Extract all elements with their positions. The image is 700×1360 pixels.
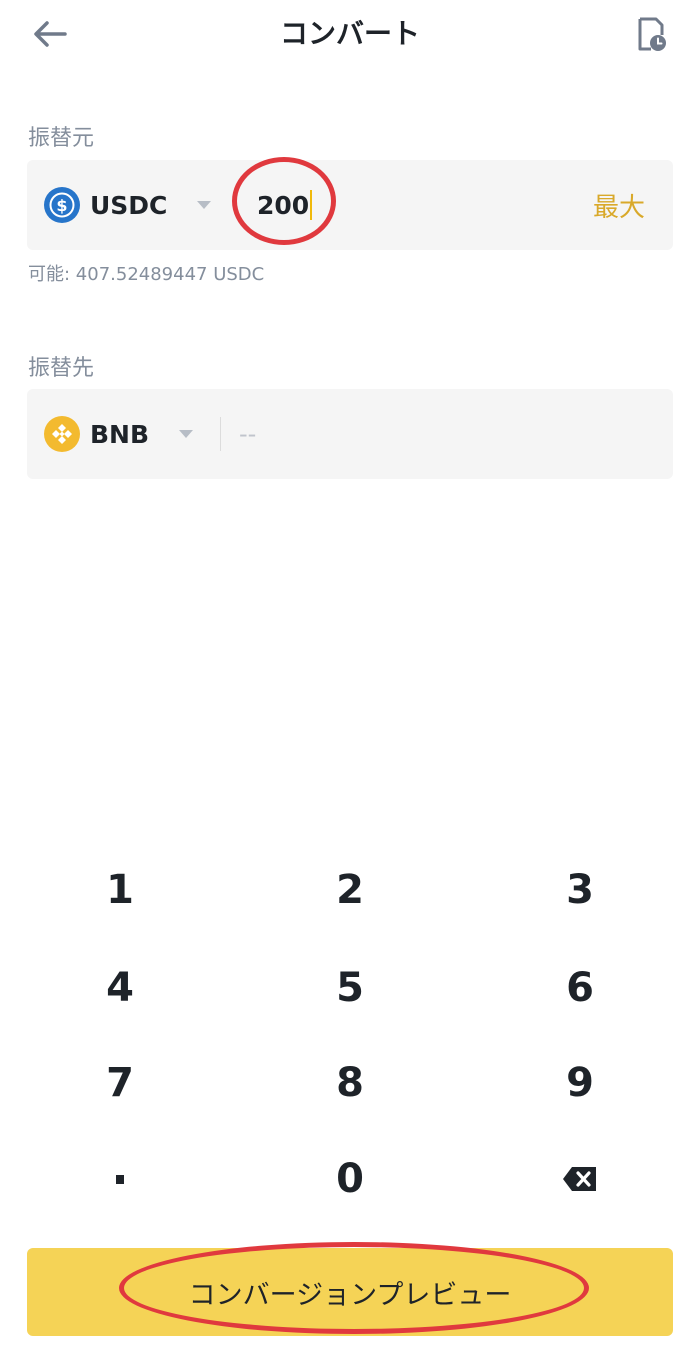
key-5[interactable]: 5 (270, 943, 430, 1033)
max-button[interactable]: 最大 (593, 160, 645, 250)
svg-text:$: $ (56, 196, 67, 215)
to-label: 振替先 (28, 356, 95, 381)
usdc-coin-icon: $ (44, 187, 80, 223)
annotation-circle-amount (232, 157, 336, 245)
key-4[interactable]: 4 (40, 943, 200, 1033)
caret-down-icon (179, 430, 194, 438)
to-coin-name: BNB (90, 419, 150, 449)
key-0[interactable]: 0 (270, 1134, 430, 1224)
from-label: 振替元 (28, 126, 95, 151)
order-history-icon (638, 17, 666, 51)
key-7[interactable]: 7 (40, 1038, 200, 1128)
history-button[interactable] (632, 12, 672, 56)
available-balance: 可能: 407.52489447 USDC (28, 264, 265, 285)
divider (220, 417, 221, 451)
key-1[interactable]: 1 (40, 845, 200, 935)
page-title: コンバート (279, 17, 420, 50)
key-3[interactable]: 3 (500, 845, 660, 935)
caret-down-icon (197, 201, 212, 209)
conversion-preview-label: コンバージョンプレビュー (188, 1279, 512, 1311)
key-8[interactable]: 8 (270, 1038, 430, 1128)
from-coin-selector[interactable]: $ USDC (44, 160, 212, 250)
from-panel: $ USDC 200 最大 (27, 157, 673, 250)
key-decimal[interactable] (40, 1134, 200, 1224)
conversion-preview-button[interactable]: コンバージョンプレビュー (27, 1242, 673, 1336)
from-coin-name: USDC (90, 190, 168, 220)
backspace-icon (563, 1167, 596, 1191)
key-9[interactable]: 9 (500, 1038, 660, 1128)
to-coin-selector[interactable]: BNB (44, 389, 194, 479)
top-bar: コンバート (0, 0, 700, 70)
key-2[interactable]: 2 (270, 845, 430, 935)
key-6[interactable]: 6 (500, 943, 660, 1033)
to-amount-field[interactable]: -- (239, 389, 256, 479)
key-backspace[interactable] (500, 1134, 660, 1224)
decimal-point-icon (116, 1174, 124, 1184)
bnb-coin-icon (44, 416, 80, 452)
to-panel: BNB -- (27, 389, 673, 479)
